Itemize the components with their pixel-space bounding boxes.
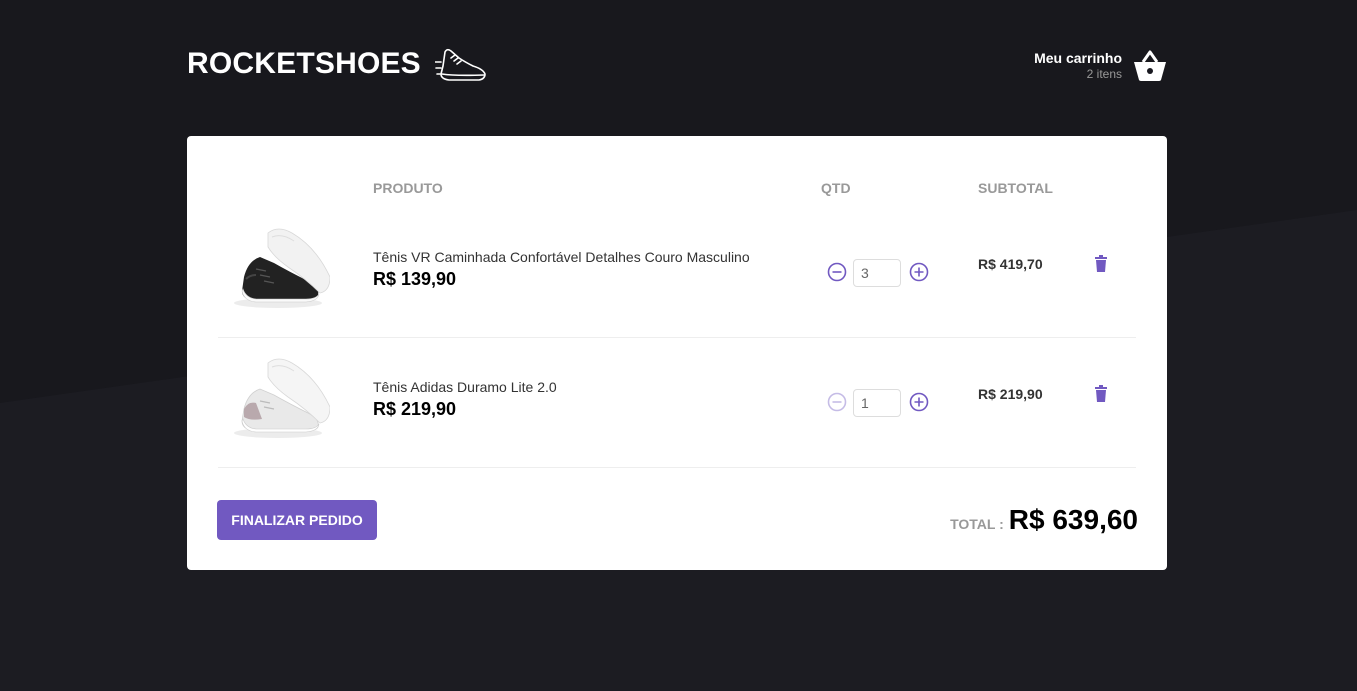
cart-panel: PRODUTO QTD SUBTOTAL Tênis VR Caminhada … xyxy=(187,136,1167,570)
total-value: R$ 639,60 xyxy=(1008,504,1138,535)
cart-info: Meu carrinho 2 itens xyxy=(1034,50,1122,82)
product-price: R$ 219,90 xyxy=(373,399,457,419)
cart-row: Tênis Adidas Duramo Lite 2.0 R$ 219,90 R… xyxy=(218,337,1136,468)
cart-title: Meu carrinho xyxy=(1034,50,1122,66)
total-label: TOTAL : xyxy=(950,516,1004,532)
logo-link[interactable]: ROCKETSHOES xyxy=(187,44,489,84)
product-price: R$ 139,90 xyxy=(373,269,457,289)
cart-row: Tênis VR Caminhada Confortável Detalhes … xyxy=(218,207,1136,338)
increment-icon[interactable] xyxy=(909,392,929,412)
header-subtotal: SUBTOTAL xyxy=(978,180,1053,196)
trash-icon[interactable] xyxy=(1091,384,1111,404)
white-sneaker-image xyxy=(234,358,330,438)
sneaker-icon xyxy=(434,48,486,81)
increment-icon[interactable] xyxy=(909,262,929,282)
black-sneaker-image xyxy=(234,228,330,308)
header-product: PRODUTO xyxy=(373,180,443,196)
order-total: TOTAL : R$ 639,60 xyxy=(950,504,1138,536)
logo-text: ROCKETSHOES xyxy=(187,47,421,80)
basket-icon xyxy=(1134,50,1166,81)
cart-count: 2 itens xyxy=(1086,67,1122,81)
decrement-icon[interactable] xyxy=(827,262,847,282)
product-name: Tênis VR Caminhada Confortável Detalhes … xyxy=(373,249,750,265)
quantity-input[interactable] xyxy=(853,389,901,417)
quantity-input[interactable] xyxy=(853,259,901,287)
finish-order-button[interactable]: FINALIZAR PEDIDO xyxy=(217,500,377,540)
row-subtotal: R$ 419,70 xyxy=(978,256,1043,272)
cart-link[interactable]: Meu carrinho 2 itens xyxy=(1034,50,1167,82)
site-header: ROCKETSHOES Meu carrinho 2 itens xyxy=(187,36,1167,100)
product-name: Tênis Adidas Duramo Lite 2.0 xyxy=(373,379,557,395)
decrement-icon[interactable] xyxy=(827,392,847,412)
trash-icon[interactable] xyxy=(1091,254,1111,274)
header-qty: QTD xyxy=(821,180,851,196)
row-subtotal: R$ 219,90 xyxy=(978,386,1043,402)
